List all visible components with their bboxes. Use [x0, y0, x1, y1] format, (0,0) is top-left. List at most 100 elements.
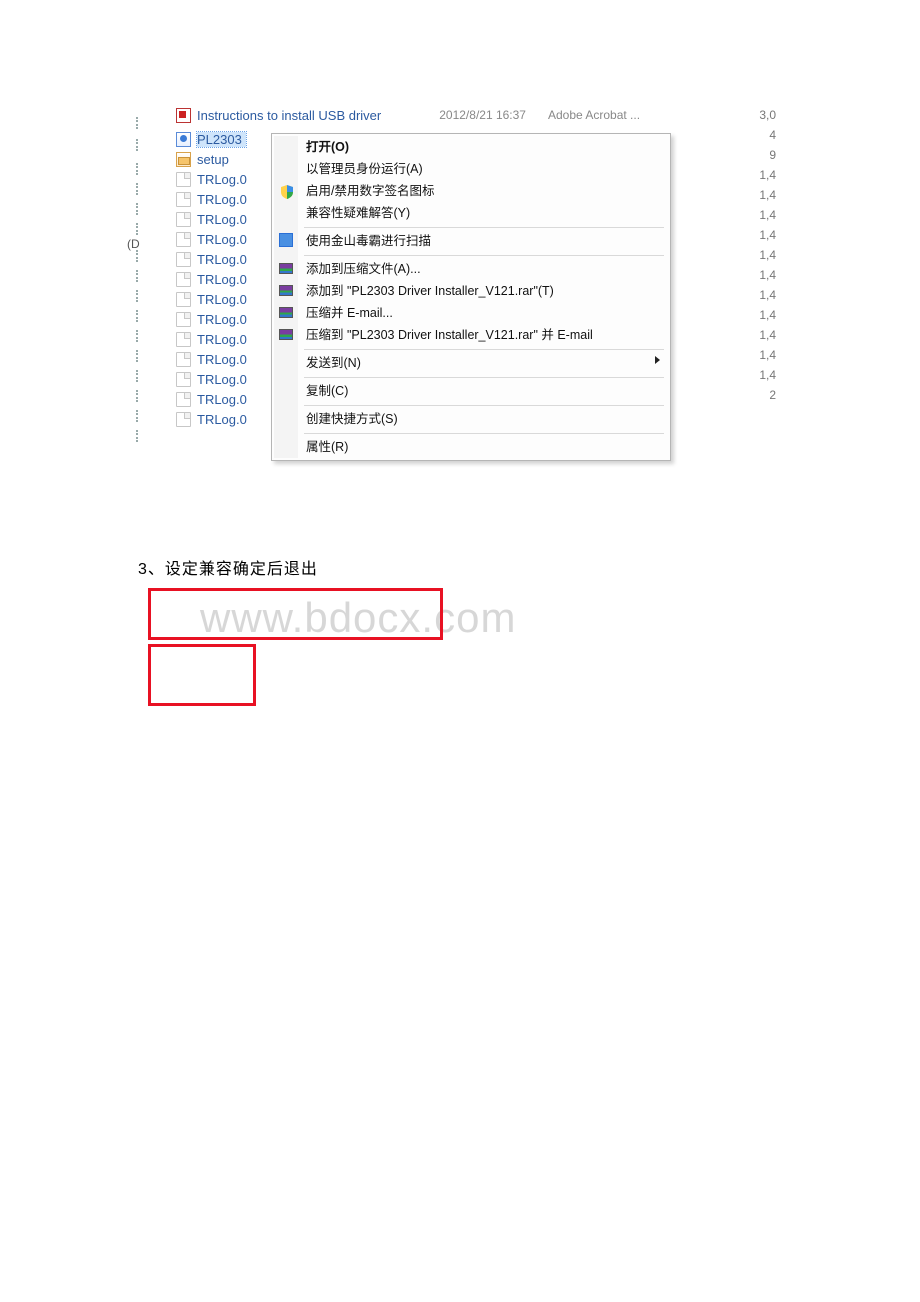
file-label: TRLog.0 [197, 212, 247, 227]
archive-icon [279, 261, 295, 277]
file-row[interactable]: TRLog.0 [176, 209, 247, 229]
context-menu-item[interactable]: 添加到 "PL2303 Driver Installer_V121.rar"(T… [274, 280, 668, 302]
file-size: 1,4 [750, 245, 776, 265]
file-label: TRLog.0 [197, 312, 247, 327]
file-row[interactable]: PL2303 [176, 129, 247, 149]
file-label: TRLog.0 [197, 292, 247, 307]
context-menu-item-label: 发送到(N) [306, 356, 361, 370]
file-row[interactable]: TRLog.0 [176, 249, 247, 269]
file-row[interactable]: TRLog.0 [176, 189, 247, 209]
generic-file-icon [176, 292, 191, 307]
file-size: 1,4 [750, 325, 776, 345]
file-label: setup [197, 152, 229, 167]
step-3-text: 3、设定兼容确定后退出 [138, 555, 318, 579]
file-size: 9 [750, 145, 776, 165]
file-label: TRLog.0 [197, 352, 247, 367]
file-label: TRLog.0 [197, 172, 247, 187]
left-margin-label: (D [127, 237, 140, 251]
archive-icon [279, 305, 295, 321]
file-row[interactable]: TRLog.0 [176, 269, 247, 289]
context-menu-item-label: 压缩到 "PL2303 Driver Installer_V121.rar" 并… [306, 328, 593, 342]
context-menu-item[interactable]: 创建快捷方式(S) [274, 408, 668, 430]
sizes-column: 3,0491,41,41,41,41,41,41,41,41,41,41,42 [750, 105, 776, 405]
file-label: TRLog.0 [197, 252, 247, 267]
jinshan-icon [279, 233, 295, 249]
context-menu-item[interactable]: 启用/禁用数字签名图标 [274, 180, 668, 202]
file-size: 1,4 [750, 165, 776, 185]
context-menu-item-label: 复制(C) [306, 384, 348, 398]
file-label: TRLog.0 [197, 332, 247, 347]
generic-file-icon [176, 372, 191, 387]
context-menu-item[interactable]: 使用金山毒霸进行扫描 [274, 230, 668, 252]
file-size: 2 [750, 385, 776, 405]
context-menu-item-label: 添加到压缩文件(A)... [306, 262, 421, 276]
file-list: PL2303 setup TRLog.0 TRLog.0 TRLog.0 TRLog.0 T… [176, 129, 247, 429]
context-menu-item-label: 属性(R) [306, 440, 348, 454]
file-row[interactable]: TRLog.0 [176, 169, 247, 189]
context-menu-item-label: 打开(O) [306, 140, 349, 154]
file-label: TRLog.0 [197, 192, 247, 207]
generic-file-icon [176, 352, 191, 367]
generic-file-icon [176, 252, 191, 267]
context-menu-item-label: 压缩并 E-mail... [306, 306, 393, 320]
setup-file-icon [176, 152, 191, 167]
context-menu-item[interactable]: 复制(C) [274, 380, 668, 402]
context-menu-item[interactable]: 添加到压缩文件(A)... [274, 258, 668, 280]
file-row-header[interactable]: Instructions to install USB driver 2012/… [166, 105, 776, 125]
file-size: 3,0 [750, 105, 776, 125]
file-row[interactable]: TRLog.0 [176, 229, 247, 249]
file-label: TRLog.0 [197, 232, 247, 247]
context-menu-item[interactable]: 发送到(N) [274, 352, 668, 374]
generic-file-icon [176, 192, 191, 207]
explorer-screenshot: (D Instructions to install USB driver 20… [130, 105, 688, 480]
generic-file-icon [176, 312, 191, 327]
file-row[interactable]: setup [176, 149, 247, 169]
generic-file-icon [176, 392, 191, 407]
file-row[interactable]: TRLog.0 [176, 329, 247, 349]
submenu-arrow-icon [655, 356, 660, 364]
file-label: TRLog.0 [197, 392, 247, 407]
context-menu-item[interactable]: 压缩到 "PL2303 Driver Installer_V121.rar" 并… [274, 324, 668, 346]
left-guides [130, 105, 166, 480]
file-row[interactable]: TRLog.0 [176, 369, 247, 389]
file-size: 1,4 [750, 345, 776, 365]
context-menu-item[interactable]: 以管理员身份运行(A) [274, 158, 668, 180]
file-label: PL2303 [197, 132, 246, 147]
file-date: 2012/8/21 16:37 [439, 108, 526, 122]
red-highlight-2 [148, 644, 256, 706]
generic-file-icon [176, 272, 191, 287]
context-menu-item[interactable]: 打开(O) [274, 136, 668, 158]
context-menu-item-label: 启用/禁用数字签名图标 [306, 184, 434, 198]
file-label: TRLog.0 [197, 372, 247, 387]
installer-file-icon [176, 132, 191, 147]
generic-file-icon [176, 172, 191, 187]
context-menu-item[interactable]: 压缩并 E-mail... [274, 302, 668, 324]
file-size: 1,4 [750, 285, 776, 305]
context-menu-item[interactable]: 属性(R) [274, 436, 668, 458]
context-menu: 打开(O) 以管理员身份运行(A) 启用/禁用数字签名图标兼容性疑难解答(Y) 使用金… [271, 133, 671, 461]
pdf-icon [176, 108, 191, 123]
file-size: 1,4 [750, 365, 776, 385]
generic-file-icon [176, 232, 191, 247]
file-row[interactable]: TRLog.0 [176, 409, 247, 429]
file-label: TRLog.0 [197, 412, 247, 427]
file-size: 1,4 [750, 265, 776, 285]
archive-icon [279, 283, 295, 299]
generic-file-icon [176, 412, 191, 427]
file-name: Instructions to install USB driver [197, 108, 381, 123]
context-menu-item-label: 使用金山毒霸进行扫描 [306, 234, 431, 248]
file-row[interactable]: TRLog.0 [176, 289, 247, 309]
file-row[interactable]: TRLog.0 [176, 309, 247, 329]
context-menu-item-label: 添加到 "PL2303 Driver Installer_V121.rar"(T… [306, 284, 554, 298]
file-row[interactable]: TRLog.0 [176, 389, 247, 409]
file-size: 1,4 [750, 305, 776, 325]
generic-file-icon [176, 332, 191, 347]
file-size: 1,4 [750, 185, 776, 205]
archive-icon [279, 327, 295, 343]
context-menu-item-label: 兼容性疑难解答(Y) [306, 206, 410, 220]
file-row[interactable]: TRLog.0 [176, 349, 247, 369]
file-size: 1,4 [750, 205, 776, 225]
context-menu-item[interactable]: 兼容性疑难解答(Y) [274, 202, 668, 224]
red-highlight-1 [148, 588, 443, 640]
context-menu-item-label: 以管理员身份运行(A) [306, 162, 423, 176]
